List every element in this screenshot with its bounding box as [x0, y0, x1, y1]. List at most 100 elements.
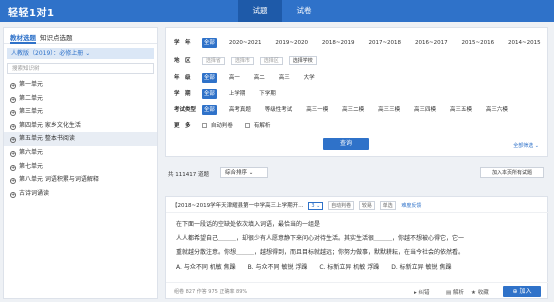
question-source[interactable]: 【2018~2019学年天津耀县第一中学高三上学期开…: [172, 203, 304, 209]
question-tag: 单选: [379, 201, 396, 210]
filter-option[interactable]: 下学期: [257, 89, 278, 99]
filter-option[interactable]: 2020~2021: [227, 38, 264, 48]
sidebar-item-unit-7[interactable]: + 第七单元: [4, 160, 157, 174]
filter-option[interactable]: 上学期: [227, 89, 248, 99]
tab-papers[interactable]: 试卷: [282, 0, 326, 22]
filter-option[interactable]: 2019~2020: [273, 38, 310, 48]
sidebar-item-unit-4[interactable]: + 第四单元 家乡文化生活: [4, 119, 157, 133]
unit-label: 第七单元: [19, 162, 44, 170]
sidebar-item-unit-5[interactable]: + 第五单元 整本书阅读: [4, 132, 157, 146]
expand-icon[interactable]: +: [10, 191, 16, 198]
divider: [166, 212, 549, 213]
question-text-line: 人人都希望自己＿＿＿，却很少有人愿意静下来问心对待生活。其实生活很＿＿＿，你越不…: [176, 235, 465, 242]
report-error-button[interactable]: ▸ 纠错: [414, 288, 430, 296]
has-analysis-checkbox[interactable]: [244, 123, 250, 128]
sort-select[interactable]: 综合排序 ⌄: [220, 167, 268, 178]
expand-icon[interactable]: +: [10, 150, 16, 157]
sidebar: 教材选题 知识点选题 人教版（2019）：必修上册 ⌄ 搜索知识树 + 第一单元 …: [3, 27, 158, 299]
filter-option[interactable]: 高二: [252, 73, 267, 83]
unit-label: 第八单元 词语积累与词语解释: [19, 176, 99, 184]
textbook-version-select[interactable]: 人教版（2019）：必修上册 ⌄: [7, 48, 154, 59]
sidebar-item-unit-2[interactable]: + 第二单元: [4, 92, 157, 106]
question-tag: 较易: [358, 201, 375, 210]
active-tab-indicator: [10, 42, 36, 44]
filter-option[interactable]: 高三一模: [304, 105, 330, 115]
expand-icon[interactable]: +: [10, 83, 16, 89]
expand-icon[interactable]: +: [10, 178, 16, 185]
filter-row-more: 更 多 自动判卷 有解析: [174, 121, 280, 131]
unit-label: 第三单元: [19, 108, 44, 116]
question-stem: 在下面一段话的空缺处依次填入词语，最恰当的一组是: [176, 221, 321, 228]
unit-label: 第四单元 家乡文化生活: [19, 121, 81, 129]
document-icon: ▤: [446, 290, 453, 296]
sidebar-item-unit-1[interactable]: + 第一单元: [4, 78, 157, 92]
filter-option[interactable]: 2015~2016: [460, 38, 497, 48]
filter-option[interactable]: 高一: [227, 73, 242, 83]
search-placeholder: 搜索知识树: [12, 66, 40, 72]
app-logo[interactable]: 轻轻1对1: [8, 4, 54, 19]
query-button[interactable]: 查询: [323, 138, 369, 150]
filter-option[interactable]: 高三二模: [340, 105, 366, 115]
question-footer: 组卷 827 作答 975 正确率 89% ▸ 纠错 ▤ 解析 ★ 收藏 ⊕ 加…: [166, 282, 549, 299]
all-filters-toggle[interactable]: 全部筛选 ⌄: [513, 142, 539, 149]
sidebar-item-unit-3[interactable]: + 第三单元: [4, 105, 157, 119]
sidebar-item-unit-8[interactable]: + 第八单元 词语积累与词语解释: [4, 173, 157, 187]
filter-option[interactable]: 2014~2015: [506, 38, 543, 48]
filter-option[interactable]: 高三三模: [376, 105, 402, 115]
tab-textbook[interactable]: 教材选题: [10, 32, 36, 42]
expand-icon[interactable]: +: [10, 164, 16, 171]
tab-questions[interactable]: 试题: [238, 0, 282, 22]
add-all-button[interactable]: 加入本页所有试题: [480, 167, 544, 178]
filter-label: 学 期: [174, 91, 191, 97]
score-select[interactable]: 3 ⌄: [308, 202, 324, 210]
result-count: 共 111417 道题: [168, 172, 209, 178]
filter-label: 学 年: [174, 40, 191, 46]
filter-label: 年 级: [174, 75, 191, 81]
question-text-line: 重就越分散注意。你想＿＿＿，越想得到，而且目标就越远；你努力做事，默默耕耘，在当…: [176, 249, 465, 256]
expand-icon[interactable]: +: [10, 96, 16, 103]
sidebar-item-poetry[interactable]: + 古诗词诵读: [4, 187, 157, 201]
expand-icon[interactable]: +: [10, 137, 16, 144]
question-header: 【2018~2019学年天津耀县第一中学高三上学期开… 3 ⌄ 自动判卷 较易 …: [172, 201, 421, 210]
favorite-button[interactable]: ★ 收藏: [471, 288, 489, 296]
filter-option[interactable]: 全部: [201, 105, 217, 115]
tab-knowledge-point[interactable]: 知识点选题: [40, 32, 73, 42]
sidebar-item-unit-6[interactable]: + 第六单元: [4, 146, 157, 160]
filter-option[interactable]: 全部: [201, 89, 217, 99]
filter-option[interactable]: 高三四模: [412, 105, 438, 115]
top-bar: 轻轻1对1 试题 试卷: [0, 0, 554, 22]
action-label: 收藏: [477, 290, 489, 296]
filter-option[interactable]: 全部: [201, 73, 217, 83]
filter-option[interactable]: 高三六模: [484, 105, 510, 115]
filter-option[interactable]: 大学: [302, 73, 317, 83]
chevron-down-icon: ⌄: [248, 170, 254, 176]
filter-option[interactable]: 高三: [277, 73, 292, 83]
action-label: 解析: [452, 290, 464, 296]
unit-label: 第二单元: [19, 94, 44, 102]
district-select[interactable]: 选择区: [259, 56, 283, 65]
chevron-down-icon: ⌄: [85, 50, 91, 57]
sort-label: 综合排序: [225, 170, 248, 176]
filter-label: 更 多: [174, 123, 191, 129]
province-select[interactable]: 选择省: [201, 56, 225, 65]
analysis-button[interactable]: ▤ 解析: [446, 288, 464, 296]
filter-option[interactable]: 全部: [201, 38, 217, 48]
filter-option[interactable]: 2018~2019: [320, 38, 357, 48]
difficulty-feedback-link[interactable]: 难度反馈: [401, 203, 421, 209]
filter-option[interactable]: 2016~2017: [413, 38, 450, 48]
filter-option[interactable]: 高考真题: [227, 105, 253, 115]
expand-icon[interactable]: +: [10, 123, 16, 130]
filter-row-exam-type: 考试类型 全部 高考真题 等级性考试 高三一模 高三二模 高三三模 高三四模 高…: [174, 105, 518, 115]
filter-option[interactable]: 2017~2018: [366, 38, 403, 48]
add-question-button[interactable]: ⊕ 加入: [503, 286, 541, 297]
question-tag: 自动判卷: [328, 201, 355, 210]
knowledge-tree-search[interactable]: 搜索知识树: [7, 63, 154, 74]
auto-grade-checkbox[interactable]: [201, 123, 207, 128]
filter-option[interactable]: 等级性考试: [263, 105, 295, 115]
filter-option[interactable]: 高三五模: [448, 105, 474, 115]
city-select[interactable]: 选择市: [230, 56, 254, 65]
expand-icon[interactable]: +: [10, 110, 16, 117]
select-school-button[interactable]: 选择学校: [288, 56, 317, 65]
filter-label: 地 区: [174, 58, 191, 64]
unit-label: 第五单元 整本书阅读: [19, 135, 75, 143]
